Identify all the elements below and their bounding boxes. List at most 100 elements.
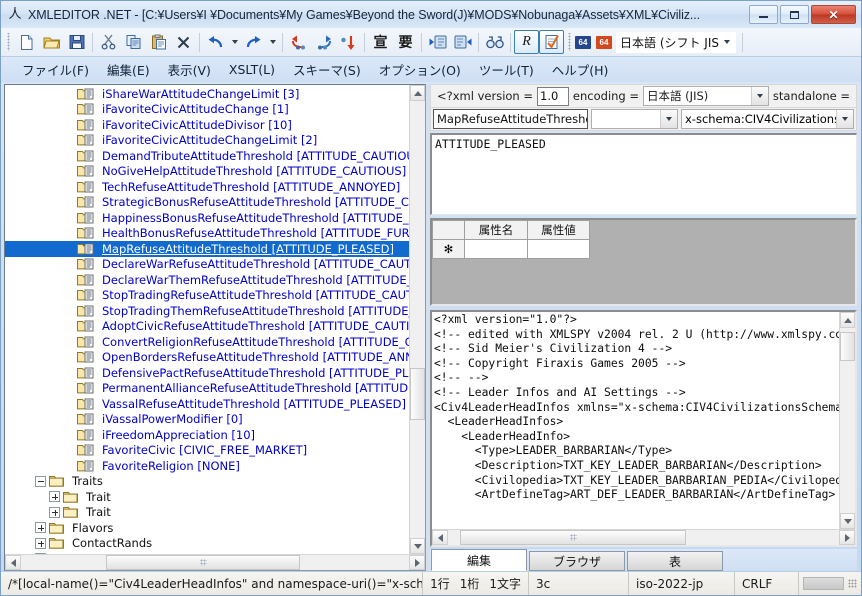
tree-node[interactable]: iVassalPowerModifier [0] [5, 412, 409, 428]
attribute-grid[interactable]: 属性名 属性値 ✻ [430, 218, 857, 306]
tree-node[interactable]: Flavors [5, 520, 409, 536]
tree-node[interactable]: DefensivePactRefuseAttitudeThreshold [AT… [5, 365, 409, 381]
menu-view[interactable]: 表示(V) [159, 58, 220, 81]
redo-dropdown[interactable] [266, 30, 279, 54]
cut-icon[interactable] [96, 30, 121, 54]
tree-node[interactable]: FavoriteCivic [CIVIC_FREE_MARKET] [5, 443, 409, 459]
tree-node[interactable]: iFavoriteCivicAttitudeDivisor [10] [5, 117, 409, 133]
declaration-button[interactable]: 宣 [368, 30, 393, 54]
tree-node[interactable]: TechRefuseAttitudeThreshold [ATTITUDE_AN… [5, 179, 409, 195]
vscroll-track[interactable] [410, 101, 425, 538]
validate-icon[interactable] [539, 30, 564, 54]
toolbar-encoding-combo[interactable]: 日本語 (シフト JIS) [616, 31, 736, 53]
vscroll-thumb[interactable] [410, 367, 425, 420]
menu-options[interactable]: オプション(O) [370, 58, 470, 81]
source-editor-body[interactable]: <?xml version="1.0"?> <!-- edited with X… [432, 312, 855, 529]
tree-node[interactable]: StrategicBonusRefuseAttitudeThreshold [A… [5, 195, 409, 211]
vscroll-track[interactable] [840, 328, 855, 513]
encoding-combo[interactable]: 日本語 (JIS) [643, 86, 769, 106]
attribute-new-row[interactable]: ✻ [432, 239, 590, 259]
xml-tree[interactable]: iShareWarAttitudeChangeLimit [3] iFavorit… [5, 85, 425, 554]
tree-node[interactable]: iFavoriteCivicAttitudeChange [1] [5, 102, 409, 118]
attr-value-cell[interactable] [527, 239, 590, 259]
menu-xslt[interactable]: XSLT(L) [220, 60, 284, 79]
chevron-down-icon[interactable] [719, 40, 735, 44]
attr-name-cell[interactable] [464, 239, 528, 259]
hscroll-track[interactable] [21, 555, 409, 570]
badge-64-orange[interactable]: 64 [596, 35, 612, 49]
source-horizontal-scrollbar[interactable] [432, 529, 855, 545]
scroll-down-button[interactable] [410, 538, 425, 554]
find-icon[interactable] [482, 30, 507, 54]
expand-plus-icon[interactable] [49, 491, 60, 503]
title-bar[interactable]: 人 XMLEDITOR .NET - [C:¥Users¥I ¥Document… [1, 1, 861, 28]
scroll-left-button[interactable] [5, 555, 21, 570]
undo-dropdown[interactable] [228, 30, 241, 54]
redo-icon[interactable] [241, 30, 266, 54]
chevron-down-icon[interactable] [750, 87, 768, 105]
undo-icon[interactable] [203, 30, 228, 54]
scroll-right-button[interactable] [409, 555, 425, 570]
hscroll-thumb[interactable] [459, 530, 687, 545]
hscroll-track[interactable] [448, 530, 839, 545]
tree-node[interactable]: iFavoriteCivicAttitudeChangeLimit [2] [5, 133, 409, 149]
indent-left-icon[interactable] [425, 30, 450, 54]
open-folder-icon[interactable] [39, 30, 64, 54]
scroll-down-button[interactable] [840, 513, 855, 529]
menu-help[interactable]: ヘルプ(H) [543, 58, 618, 81]
vscroll-thumb[interactable] [840, 331, 855, 362]
scroll-left-button[interactable] [432, 530, 448, 545]
tree-vertical-scrollbar[interactable] [409, 85, 425, 554]
scroll-right-button[interactable] [839, 530, 855, 545]
expand-plus-icon[interactable] [35, 537, 46, 549]
tree-node[interactable]: Trait [5, 489, 409, 505]
expand-plus-icon[interactable] [35, 522, 46, 534]
tab-edit[interactable]: 編集 [431, 549, 527, 571]
namespace-combo[interactable] [591, 109, 678, 129]
tab-table[interactable]: 表 [627, 551, 723, 571]
tree-node[interactable]: DeclareWarThemRefuseAttitudeThreshold [A… [5, 272, 409, 288]
tree-node[interactable]: PermanentAllianceRefuseAttitudeThreshold… [5, 381, 409, 397]
minimize-button[interactable] [749, 5, 778, 24]
copy-icon[interactable] [121, 30, 146, 54]
tree-node[interactable]: HappinessBonusRefuseAttitudeThreshold [A… [5, 210, 409, 226]
badge-64-blue[interactable]: 64 [575, 35, 591, 49]
hscroll-thumb[interactable] [106, 555, 301, 570]
element-name-input[interactable]: MapRefuseAttitudeThreshold [433, 109, 588, 129]
menu-edit[interactable]: 編集(E) [98, 58, 159, 81]
scroll-up-button[interactable] [840, 312, 855, 328]
attr-col-value[interactable]: 属性値 [527, 220, 590, 240]
indent-right-icon[interactable] [450, 30, 475, 54]
move-up-node-icon[interactable] [286, 30, 311, 54]
tree-node[interactable]: AdoptCivicRefuseAttitudeThreshold [ATTIT… [5, 319, 409, 335]
paste-icon[interactable] [146, 30, 171, 54]
tree-node[interactable]: VassalRefuseAttitudeThreshold [ATTITUDE_… [5, 396, 409, 412]
element-value-textarea[interactable]: ATTITUDE_PLEASED [430, 133, 857, 215]
close-button[interactable]: ✕ [811, 5, 856, 24]
source-editor[interactable]: <?xml version="1.0"?> <!-- edited with X… [430, 310, 857, 547]
move-down-node-icon[interactable] [311, 30, 336, 54]
tree-node[interactable]: ConvertReligionRefuseAttitudeThreshold [… [5, 334, 409, 350]
source-vertical-scrollbar[interactable] [839, 312, 855, 529]
menu-tools[interactable]: ツール(T) [470, 58, 543, 81]
source-text[interactable]: <?xml version="1.0"?> <!-- edited with X… [432, 312, 839, 529]
tree-node[interactable]: OpenBordersRefuseAttitudeThreshold [ATTI… [5, 350, 409, 366]
schema-combo[interactable]: x-schema:CIV4CivilizationsSc [681, 109, 854, 129]
expand-plus-icon[interactable] [35, 553, 46, 554]
tree-node[interactable]: MapRefuseAttitudeThreshold [ATTITUDE_PLE… [5, 241, 409, 257]
collapse-minus-icon[interactable] [35, 475, 46, 487]
scroll-up-button[interactable] [410, 85, 425, 101]
chevron-down-icon[interactable] [836, 110, 853, 128]
xml-version-input[interactable]: 1.0 [537, 86, 569, 106]
toolbar-grip-2[interactable] [566, 33, 573, 51]
insert-node-icon[interactable] [336, 30, 361, 54]
delete-icon[interactable] [171, 30, 196, 54]
tree-canvas[interactable]: iShareWarAttitudeChangeLimit [3] iFavorit… [5, 85, 409, 554]
tree-node[interactable]: FavoriteReligion [NONE] [5, 458, 409, 474]
menu-file[interactable]: ファイル(F) [13, 58, 98, 81]
expand-plus-icon[interactable] [49, 506, 60, 518]
toolbar-grip[interactable] [5, 33, 12, 51]
element-button[interactable]: 要 [393, 30, 418, 54]
tree-node[interactable]: StopTradingThemRefuseAttitudeThreshold [… [5, 303, 409, 319]
tab-browser[interactable]: ブラウザ [529, 551, 625, 571]
